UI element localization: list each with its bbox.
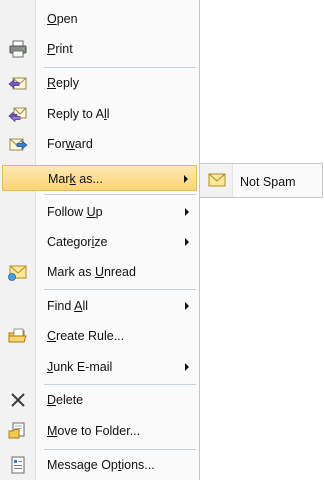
reply-all-icon	[8, 105, 28, 123]
menu-item-delete[interactable]: Delete	[2, 387, 197, 413]
menu-item-label: Follow Up	[47, 205, 103, 219]
forward-icon	[8, 135, 28, 153]
printer-icon	[8, 40, 28, 58]
menu-item-mark-as-unread[interactable]: Mark as Unread	[2, 259, 197, 285]
menu-item-move-to-folder[interactable]: Move to Folder...	[2, 418, 197, 444]
menu-item-forward[interactable]: Forward	[2, 131, 197, 157]
menu-separator	[44, 384, 196, 385]
submenu-item-label: Not Spam	[240, 175, 296, 189]
envelope-unread-icon	[8, 263, 28, 281]
menu-item-label: Open	[47, 12, 78, 26]
move-folder-icon	[8, 422, 28, 440]
envelope-icon	[207, 171, 227, 189]
delete-icon	[8, 391, 28, 409]
menu-item-label: Mark as Unread	[47, 265, 136, 279]
menu-item-label: Categorize	[47, 235, 108, 249]
menu-separator	[44, 67, 196, 68]
menu-item-follow-up[interactable]: Follow Up	[2, 199, 197, 225]
menu-item-label: Message Options...	[47, 458, 155, 472]
menu-item-open[interactable]: Open	[2, 6, 197, 32]
menu-separator	[44, 449, 196, 450]
menu-item-categorize[interactable]: Categorize	[2, 229, 197, 255]
menu-item-label: Move to Folder...	[47, 424, 141, 438]
context-menu-screen: Open Print Reply Reply to All Forward Ma…	[0, 0, 324, 481]
submenu-arrow-icon	[185, 363, 189, 371]
menu-item-print[interactable]: Print	[2, 36, 197, 62]
menu-separator	[44, 194, 196, 195]
menu-item-reply[interactable]: Reply	[2, 70, 197, 96]
submenu-item-not-spam[interactable]: Not Spam	[202, 167, 320, 195]
mark-as-submenu: Not Spam	[199, 163, 323, 198]
submenu-arrow-icon	[184, 175, 188, 183]
message-options-icon	[8, 456, 28, 474]
menu-separator	[44, 289, 196, 290]
submenu-arrow-icon	[185, 208, 189, 216]
menu-item-label: Reply to All	[47, 107, 110, 121]
rules-icon	[8, 327, 28, 345]
submenu-arrow-icon	[185, 302, 189, 310]
reply-icon	[8, 74, 28, 92]
menu-item-label: Mark as...	[48, 172, 103, 186]
menu-item-mark-as[interactable]: Mark as...	[2, 165, 197, 191]
menu-item-reply-to-all[interactable]: Reply to All	[2, 101, 197, 127]
menu-item-create-rule[interactable]: Create Rule...	[2, 323, 197, 349]
menu-item-label: Reply	[47, 76, 79, 90]
menu-item-label: Create Rule...	[47, 329, 125, 343]
menu-item-label: Forward	[47, 137, 93, 151]
submenu-arrow-icon	[185, 238, 189, 246]
menu-item-label: Junk E-mail	[47, 360, 113, 374]
menu-item-find-all[interactable]: Find All	[2, 293, 197, 319]
context-menu: Open Print Reply Reply to All Forward Ma…	[0, 0, 200, 480]
menu-item-junk-email[interactable]: Junk E-mail	[2, 354, 197, 380]
menu-item-label: Print	[47, 42, 73, 56]
menu-item-label: Delete	[47, 393, 84, 407]
menu-item-label: Find All	[47, 299, 89, 313]
menu-item-message-options[interactable]: Message Options...	[2, 452, 197, 478]
